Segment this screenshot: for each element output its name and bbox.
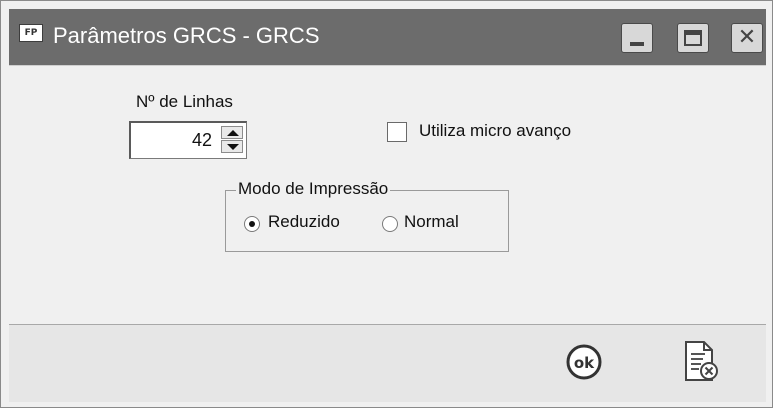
radio-normal-label[interactable]: Normal	[404, 212, 459, 232]
micro-avanco-label[interactable]: Utiliza micro avanço	[419, 121, 571, 141]
cancel-document-icon	[685, 341, 718, 381]
radio-normal[interactable]	[382, 216, 398, 232]
minimize-button[interactable]	[621, 23, 653, 53]
ok-button[interactable]: ok	[565, 343, 603, 381]
maximize-icon	[684, 30, 702, 46]
close-button[interactable]: ✕	[731, 23, 763, 53]
app-icon: FP	[19, 24, 43, 42]
micro-avanco-checkbox[interactable]	[387, 122, 407, 142]
radio-reduzido[interactable]	[244, 216, 260, 232]
button-bar: ok	[9, 324, 766, 402]
close-icon: ✕	[737, 25, 757, 50]
modo-impressao-group: Modo de Impressão Reduzido Normal	[225, 179, 509, 252]
linhas-spinner[interactable]: 42	[129, 121, 247, 159]
linhas-label: Nº de Linhas	[136, 92, 233, 111]
window-title: Parâmetros GRCS - GRCS	[53, 23, 320, 48]
spinner-down-button[interactable]	[221, 140, 243, 153]
title-bar[interactable]: FP Parâmetros GRCS - GRCS ✕	[9, 9, 766, 65]
spinner-buttons	[221, 126, 243, 154]
dialog-body: Nº de Linhas 42 Utiliza micro avanço Mod…	[9, 65, 766, 402]
ok-icon: ok	[566, 344, 602, 380]
maximize-button[interactable]	[677, 23, 709, 53]
linhas-value[interactable]: 42	[192, 130, 212, 151]
radio-reduzido-label[interactable]: Reduzido	[268, 212, 340, 232]
arrow-down-icon	[227, 144, 239, 150]
dialog-window: FP Parâmetros GRCS - GRCS ✕ Nº de Linhas…	[0, 0, 773, 408]
minimize-icon	[630, 42, 644, 46]
spinner-up-button[interactable]	[221, 126, 243, 139]
modo-impressao-title: Modo de Impressão	[236, 179, 391, 199]
radio-selected-dot	[249, 221, 255, 227]
ok-text: ok	[574, 354, 595, 372]
arrow-up-icon	[227, 130, 239, 136]
cancel-button[interactable]	[683, 339, 719, 383]
